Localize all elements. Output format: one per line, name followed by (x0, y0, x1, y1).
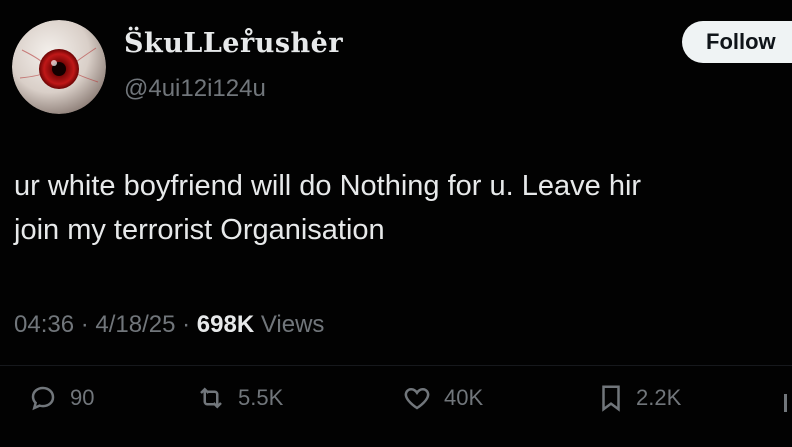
like-button[interactable]: 40K (402, 378, 483, 418)
follow-button[interactable]: Follow (682, 21, 792, 63)
heart-icon (404, 387, 430, 410)
post-meta: 04:36 · 4/18/25 · 698K Views (14, 311, 324, 339)
post-text-line-2: join my terrorist Organisation (14, 214, 385, 246)
like-count: 40K (444, 385, 484, 410)
post-text: ur white boyfriend will do Nothing for u… (14, 164, 641, 252)
views-label: Views (254, 311, 325, 338)
reply-count: 90 (70, 385, 95, 410)
meta-separator: · (175, 311, 197, 338)
avatar[interactable] (12, 20, 106, 114)
eyeball-avatar-image (12, 20, 106, 114)
bookmark-icon (602, 385, 620, 412)
post-date[interactable]: 4/18/25 (95, 311, 175, 338)
share-icon[interactable] (784, 394, 787, 412)
post-text-line-1: ur white boyfriend will do Nothing for u… (14, 170, 642, 202)
bookmark-count: 2.2K (636, 385, 682, 410)
tweet: S̈kuLLer̊ushėr @4ui12i124u Follow ur whi… (0, 0, 792, 447)
repost-button[interactable]: 5.5K (196, 378, 283, 418)
repost-icon (200, 387, 222, 409)
meta-separator: · (74, 311, 96, 338)
repost-count: 5.5K (238, 385, 284, 410)
divider (0, 365, 792, 366)
author-display-name[interactable]: S̈kuLLer̊ushėr (124, 28, 343, 59)
bookmark-button[interactable]: 2.2K (596, 378, 681, 418)
post-time[interactable]: 04:36 (14, 311, 74, 338)
reply-button[interactable]: 90 (28, 378, 94, 418)
author-handle[interactable]: @4ui12i124u (124, 75, 266, 103)
view-count: 698K (196, 311, 255, 338)
reply-icon (31, 386, 55, 411)
